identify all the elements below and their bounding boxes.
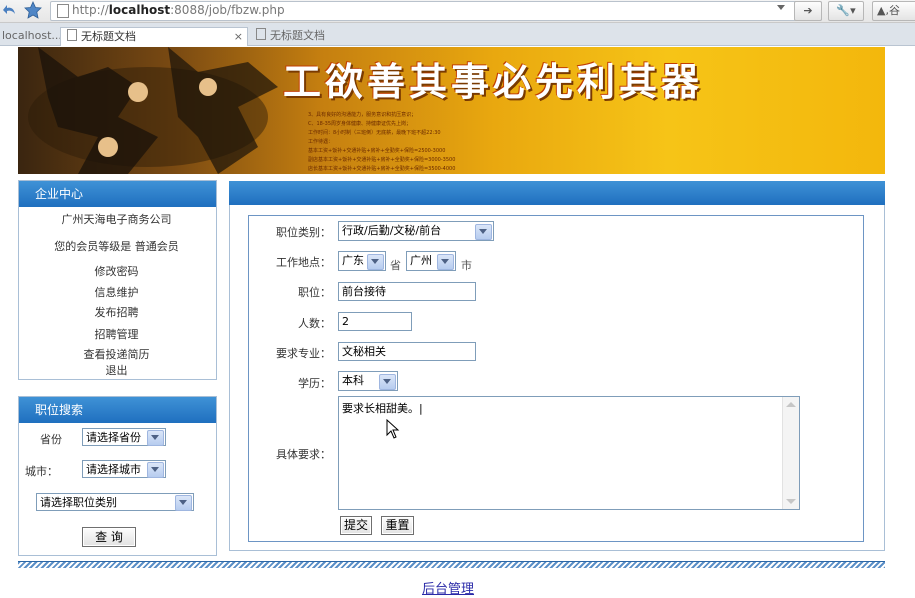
scroll-down-icon[interactable]: [786, 499, 796, 504]
requirements-label: 具体要求：: [276, 448, 331, 461]
footer-divider: [18, 561, 885, 568]
back-icon[interactable]: [2, 2, 18, 18]
post-job-link[interactable]: 发布招聘: [18, 304, 215, 320]
education-label: 学历：: [298, 377, 331, 390]
url-text[interactable]: http://localhost:8088/job/fbzw.php: [72, 3, 285, 17]
close-icon[interactable]: ×: [234, 28, 243, 46]
main-header-bar: [229, 181, 885, 205]
company-center-header: 企业中心: [19, 181, 216, 207]
count-input[interactable]: 2: [338, 312, 412, 331]
view-resumes-link[interactable]: 查看投递简历: [18, 346, 215, 362]
scroll-up-icon[interactable]: [786, 402, 796, 407]
location-label: 工作地点：: [276, 256, 331, 269]
education-select[interactable]: 本科: [338, 371, 398, 391]
chevron-down-icon: [367, 254, 384, 270]
requirements-text: 要求长相甜美。|: [342, 402, 423, 415]
chevron-down-icon: [379, 374, 396, 390]
city-select[interactable]: 广州: [406, 251, 456, 271]
chevron-down-icon: [147, 462, 164, 478]
tab-active-document[interactable]: 无标题文档 ×: [60, 27, 248, 46]
position-input[interactable]: 前台接待: [338, 282, 476, 301]
tools-button[interactable]: 🔧▾: [828, 1, 864, 21]
chevron-down-icon: [175, 495, 192, 511]
logout-link[interactable]: 退出: [18, 362, 215, 378]
submit-button[interactable]: 提交: [340, 516, 372, 535]
position-label: 职位：: [298, 286, 331, 299]
city-select[interactable]: 请选择城市: [82, 460, 166, 478]
banner-slogan: 工欲善其事必先利其器: [283, 59, 704, 104]
bookmark-star-icon[interactable]: [24, 1, 42, 19]
province-select[interactable]: 请选择省份: [82, 428, 166, 446]
admin-link[interactable]: 后台管理: [422, 578, 474, 597]
go-button[interactable]: ➔: [794, 1, 822, 21]
city-label: 城市：: [25, 465, 58, 478]
page-icon: [256, 28, 266, 40]
member-level: 您的会员等级是 普通会员: [54, 240, 179, 253]
job-search-header: 职位搜索: [19, 397, 216, 423]
header-banner: 工欲善其事必先利其器 3、具有良好的沟通能力，服务意识和抗压意识； C、18-3…: [18, 47, 885, 174]
job-management-link[interactable]: 招聘管理: [18, 326, 215, 342]
page-icon: [67, 29, 77, 41]
chevron-down-icon: [475, 224, 492, 240]
count-label: 人数：: [298, 317, 331, 330]
reset-button[interactable]: 重置: [381, 516, 414, 535]
company-name: 广州天海电子商务公司: [61, 213, 172, 226]
major-label: 要求专业：: [276, 347, 331, 360]
province-select[interactable]: 广东: [338, 251, 386, 271]
change-password-link[interactable]: 修改密码: [18, 263, 215, 279]
chevron-down-icon: [437, 254, 454, 270]
tab-localhost[interactable]: localhost...: [0, 27, 62, 45]
mouse-cursor-icon: [386, 418, 400, 442]
province-suffix: 省: [390, 259, 401, 272]
banner-text: 3、具有良好的沟通能力，服务意识和抗压意识； C、18-35周岁身体健康、持健康…: [308, 112, 456, 172]
tab-document[interactable]: 无标题文档: [250, 27, 435, 45]
major-input[interactable]: 文秘相关: [338, 342, 476, 361]
page-icon: [57, 4, 69, 18]
info-maintenance-link[interactable]: 信息维护: [18, 284, 215, 300]
search-button[interactable]: 查 询: [82, 527, 136, 547]
requirements-textarea[interactable]: 要求长相甜美。|: [338, 396, 800, 510]
url-dropdown-icon[interactable]: [777, 5, 785, 10]
search-engine-button[interactable]: ▲,谷: [872, 1, 915, 21]
job-category-select[interactable]: 请选择职位类别: [36, 493, 194, 511]
teamwork-image: [28, 47, 278, 174]
scrollbar[interactable]: [782, 397, 799, 509]
category-label: 职位类别：: [276, 226, 331, 239]
city-suffix: 市: [461, 259, 472, 272]
chevron-down-icon: [147, 430, 164, 446]
category-select[interactable]: 行政/后勤/文秘/前台: [338, 221, 494, 241]
province-label: 省份: [40, 433, 62, 446]
